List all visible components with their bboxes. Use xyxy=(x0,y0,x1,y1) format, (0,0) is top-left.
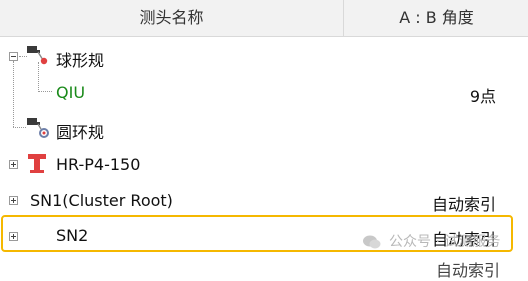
tree-row-sphere-gauge[interactable]: 球形规 xyxy=(0,39,528,75)
column-header-angle[interactable]: A : B 角度 xyxy=(343,0,528,36)
tree-row-label: 球形规 xyxy=(56,51,105,70)
expand-toggle[interactable] xyxy=(9,196,18,205)
tree-row-sn1[interactable]: SN1(Cluster Root) 自动索引 xyxy=(0,183,528,219)
watermark-text: 公众号 · 试测服务 xyxy=(389,234,501,250)
tree-row-qiu[interactable]: QIU 9点 xyxy=(0,75,528,111)
tree-row-value: 自动索引 xyxy=(431,195,496,214)
table-header: 测头名称 A : B 角度 xyxy=(0,0,528,37)
tree-row-label: 圆环规 xyxy=(56,123,105,142)
ring-gauge-icon xyxy=(27,118,49,138)
tree-row-hr-p4[interactable]: HR-P4-150 xyxy=(0,147,528,183)
partial-row-value: 自动索引 xyxy=(435,261,500,280)
tree-row-ring-gauge[interactable]: 圆环规 xyxy=(0,111,528,147)
column-header-probe-name[interactable]: 测头名称 xyxy=(0,0,343,36)
tree-row-label: SN1(Cluster Root) xyxy=(30,191,173,210)
sphere-probe-icon xyxy=(27,46,48,65)
tree-row-value: 9点 xyxy=(469,87,496,106)
tree-row-label: HR-P4-150 xyxy=(56,155,141,174)
tree-row-label: QIU xyxy=(56,83,86,102)
wechat-icon xyxy=(363,235,381,249)
t-probe-icon xyxy=(28,154,46,173)
collapse-toggle[interactable] xyxy=(9,52,18,61)
expand-toggle[interactable] xyxy=(9,160,18,169)
